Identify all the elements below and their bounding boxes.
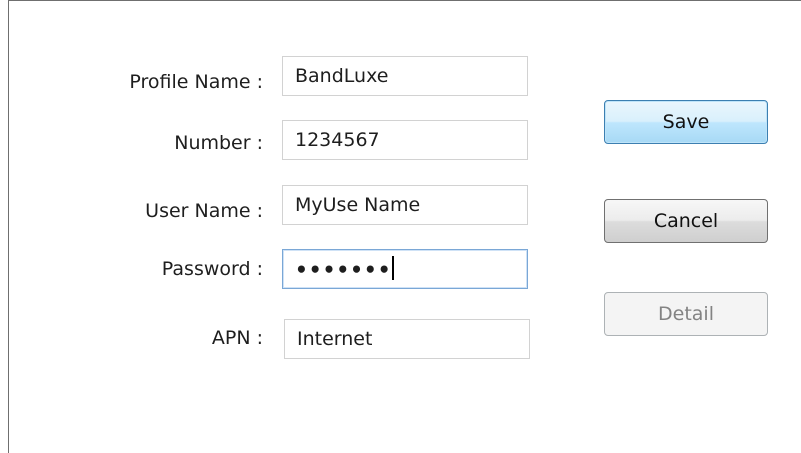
dialog-top-border	[8, 0, 801, 1]
apn-label: APN :	[211, 327, 263, 349]
profile-name-field[interactable]: BandLuxe	[282, 56, 528, 96]
password-mask: •••••••	[295, 257, 392, 282]
profile-name-label: Profile Name :	[129, 71, 263, 93]
profile-dialog: Profile Name : BandLuxe Number : 1234567…	[0, 0, 801, 453]
text-caret	[392, 256, 395, 280]
password-field[interactable]: •••••••	[282, 249, 528, 289]
apn-field[interactable]: Internet	[284, 319, 530, 359]
save-button[interactable]: Save	[604, 100, 768, 144]
user-name-label: User Name :	[145, 200, 263, 222]
password-label: Password :	[161, 258, 263, 280]
number-field[interactable]: 1234567	[282, 120, 528, 160]
dialog-left-border	[8, 0, 9, 453]
number-label: Number :	[174, 132, 263, 154]
user-name-field[interactable]: MyUse Name	[282, 185, 528, 225]
detail-button[interactable]: Detail	[604, 292, 768, 336]
cancel-button[interactable]: Cancel	[604, 199, 768, 243]
